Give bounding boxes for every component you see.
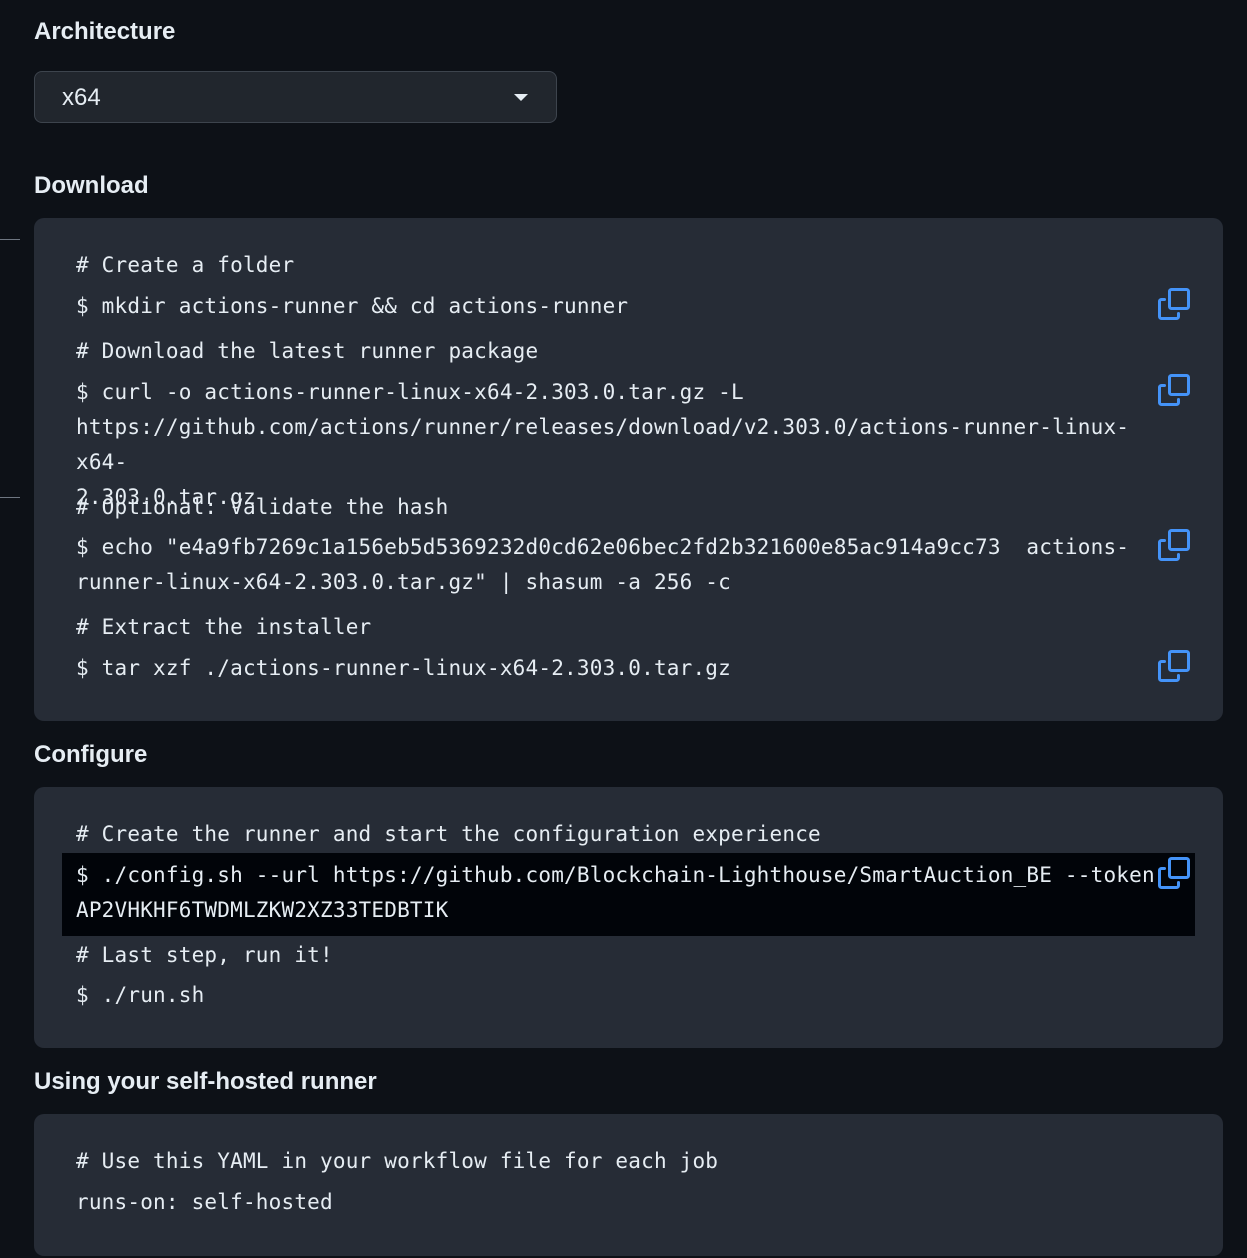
usage-heading: Using your self-hosted runner xyxy=(34,1068,377,1095)
architecture-heading: Architecture xyxy=(34,18,176,45)
code-command: $ tar xzf ./actions-runner-linux-x64-2.3… xyxy=(76,656,731,680)
configure-heading: Configure xyxy=(34,741,148,768)
code-command: $ ./run.sh xyxy=(76,983,205,1007)
code-command: $ mkdir actions-runner && cd actions-run… xyxy=(76,294,629,318)
code-comment: # Download the latest runner package xyxy=(76,339,539,363)
triangle-down-icon xyxy=(514,94,528,101)
code-command: $ ./config.sh --url https://github.com/B… xyxy=(76,863,1155,922)
usage-code-block: # Use this YAML in your workflow file fo… xyxy=(34,1114,1223,1256)
copy-button[interactable] xyxy=(1158,374,1190,406)
copy-icon xyxy=(1158,857,1190,889)
copy-button[interactable] xyxy=(1158,857,1190,889)
code-comment: # Use this YAML in your workflow file fo… xyxy=(76,1149,719,1173)
copy-icon xyxy=(1158,288,1190,320)
copy-button[interactable] xyxy=(1158,650,1190,682)
code-comment: # Create the runner and start the config… xyxy=(76,822,821,846)
code-yaml: runs-on: self-hosted xyxy=(76,1190,333,1214)
side-divider xyxy=(0,497,20,498)
download-code-block: # Create a folder $ mkdir actions-runner… xyxy=(34,218,1223,721)
runner-setup-page: Architecture x64 Download # Create a fol… xyxy=(0,0,1247,1258)
architecture-select[interactable]: x64 xyxy=(34,71,557,123)
side-divider xyxy=(0,239,20,240)
download-heading: Download xyxy=(34,172,149,199)
code-comment: # Extract the installer xyxy=(76,615,372,639)
copy-icon xyxy=(1158,374,1190,406)
configure-code-block: # Create the runner and start the config… xyxy=(34,787,1223,1048)
code-command: $ echo "e4a9fb7269c1a156eb5d5369232d0cd6… xyxy=(76,535,1130,594)
copy-button[interactable] xyxy=(1158,288,1190,320)
copy-icon xyxy=(1158,650,1190,682)
copy-icon xyxy=(1158,529,1190,561)
architecture-select-value: x64 xyxy=(62,84,101,111)
code-comment: # Create a folder xyxy=(76,253,295,277)
code-comment: # Last step, run it! xyxy=(76,943,333,967)
code-comment: # Optional: Validate the hash xyxy=(76,495,449,519)
copy-button[interactable] xyxy=(1158,529,1190,561)
